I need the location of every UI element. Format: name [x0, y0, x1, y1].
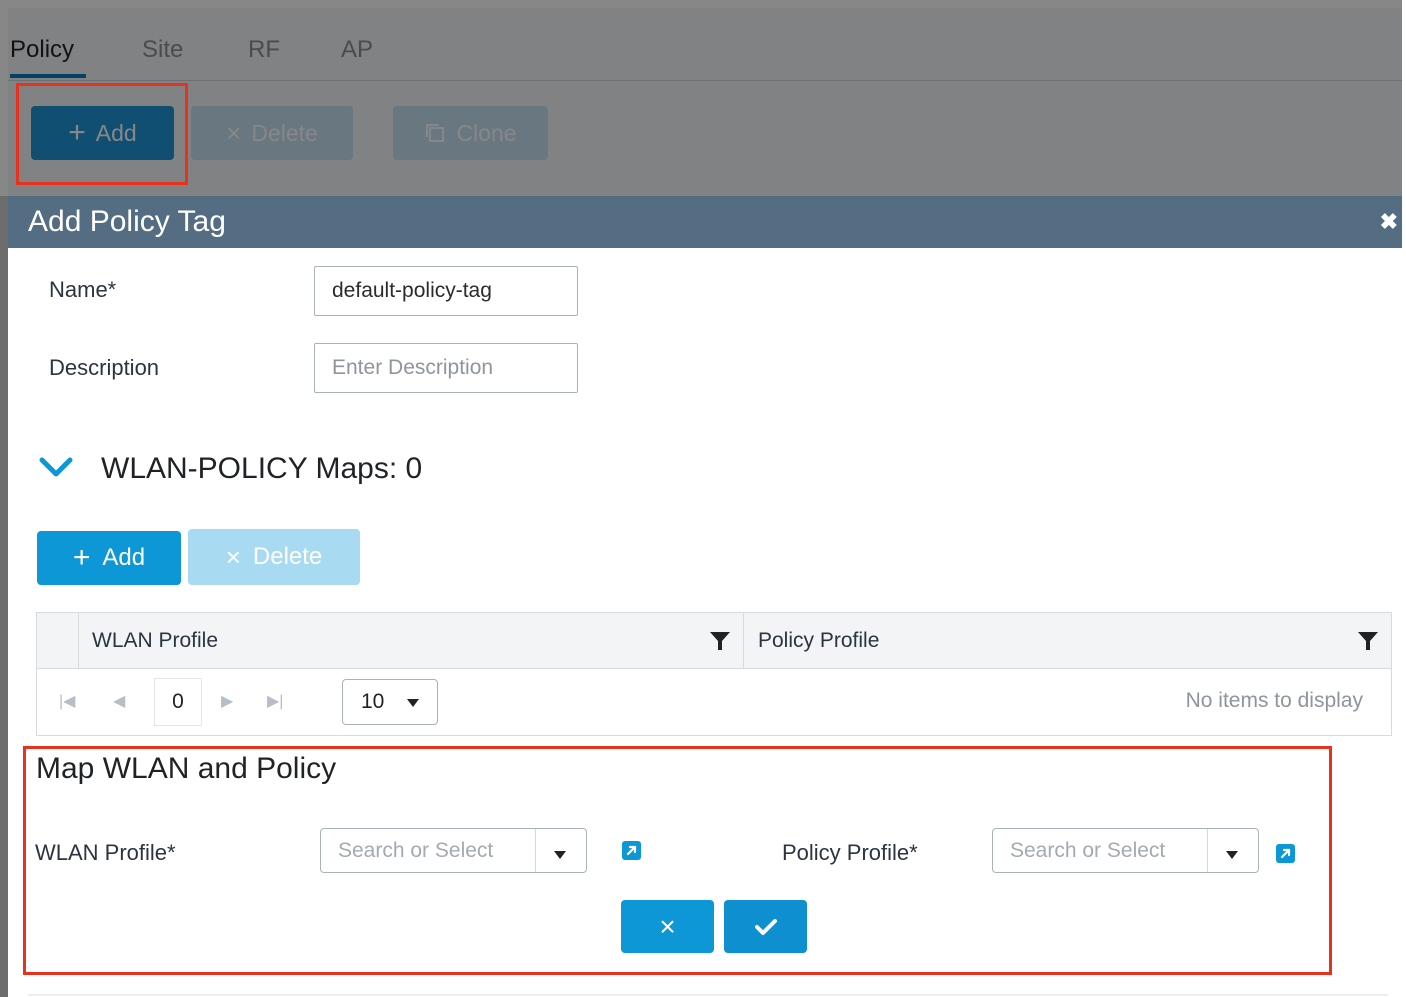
caret-down-icon: [407, 699, 419, 707]
page-edge: [1402, 0, 1406, 997]
plus-icon: +: [72, 541, 91, 574]
name-field[interactable]: [314, 266, 578, 316]
modal-backdrop-edge: [0, 196, 8, 997]
chevron-down-icon[interactable]: [38, 452, 74, 482]
select-column: [37, 613, 79, 668]
empty-message: No items to display: [1185, 689, 1363, 712]
divider: [28, 994, 1388, 996]
column-label: WLAN Profile: [92, 628, 219, 652]
description-label: Description: [49, 355, 160, 380]
column-header-wlan-profile[interactable]: WLAN Profile: [78, 613, 744, 668]
description-field[interactable]: [314, 343, 578, 393]
column-header-policy-profile[interactable]: Policy Profile: [744, 613, 1391, 668]
name-label: Name*: [49, 277, 117, 302]
delete-map-button[interactable]: × Delete: [188, 529, 360, 585]
page-size-select[interactable]: 10: [342, 679, 438, 725]
column-label: Policy Profile: [758, 628, 880, 652]
page-size-value: 10: [361, 690, 385, 713]
last-page-icon[interactable]: ▶|: [267, 691, 283, 711]
close-icon[interactable]: ✖: [1380, 209, 1398, 235]
next-page-icon[interactable]: ▶: [221, 691, 233, 711]
first-page-icon[interactable]: |◀: [59, 691, 75, 711]
pager: |◀ ◀ 0 ▶ ▶| 10 No items to display: [37, 669, 1391, 735]
close-icon: ×: [225, 542, 241, 572]
dialog-title: Add Policy Tag: [28, 205, 226, 238]
delete-map-button-label: Delete: [252, 543, 323, 570]
add-map-button-label: Add: [102, 544, 146, 571]
filter-icon[interactable]: [1357, 630, 1379, 652]
highlight-box-map: [23, 746, 1332, 975]
add-map-button[interactable]: + Add: [37, 531, 181, 585]
filter-icon[interactable]: [709, 630, 731, 652]
modal-backdrop: [0, 0, 1406, 196]
page-number[interactable]: 0: [154, 678, 202, 726]
dialog-header: Add Policy Tag ✖: [8, 196, 1402, 248]
section-title: WLAN-POLICY Maps: 0: [101, 452, 423, 485]
wlan-policy-table: WLAN Profile Policy Profile |◀ ◀ 0 ▶ ▶| …: [36, 612, 1392, 736]
table-header: WLAN Profile Policy Profile: [37, 613, 1391, 669]
highlight-box-add: [16, 83, 188, 185]
prev-page-icon[interactable]: ◀: [113, 691, 125, 711]
